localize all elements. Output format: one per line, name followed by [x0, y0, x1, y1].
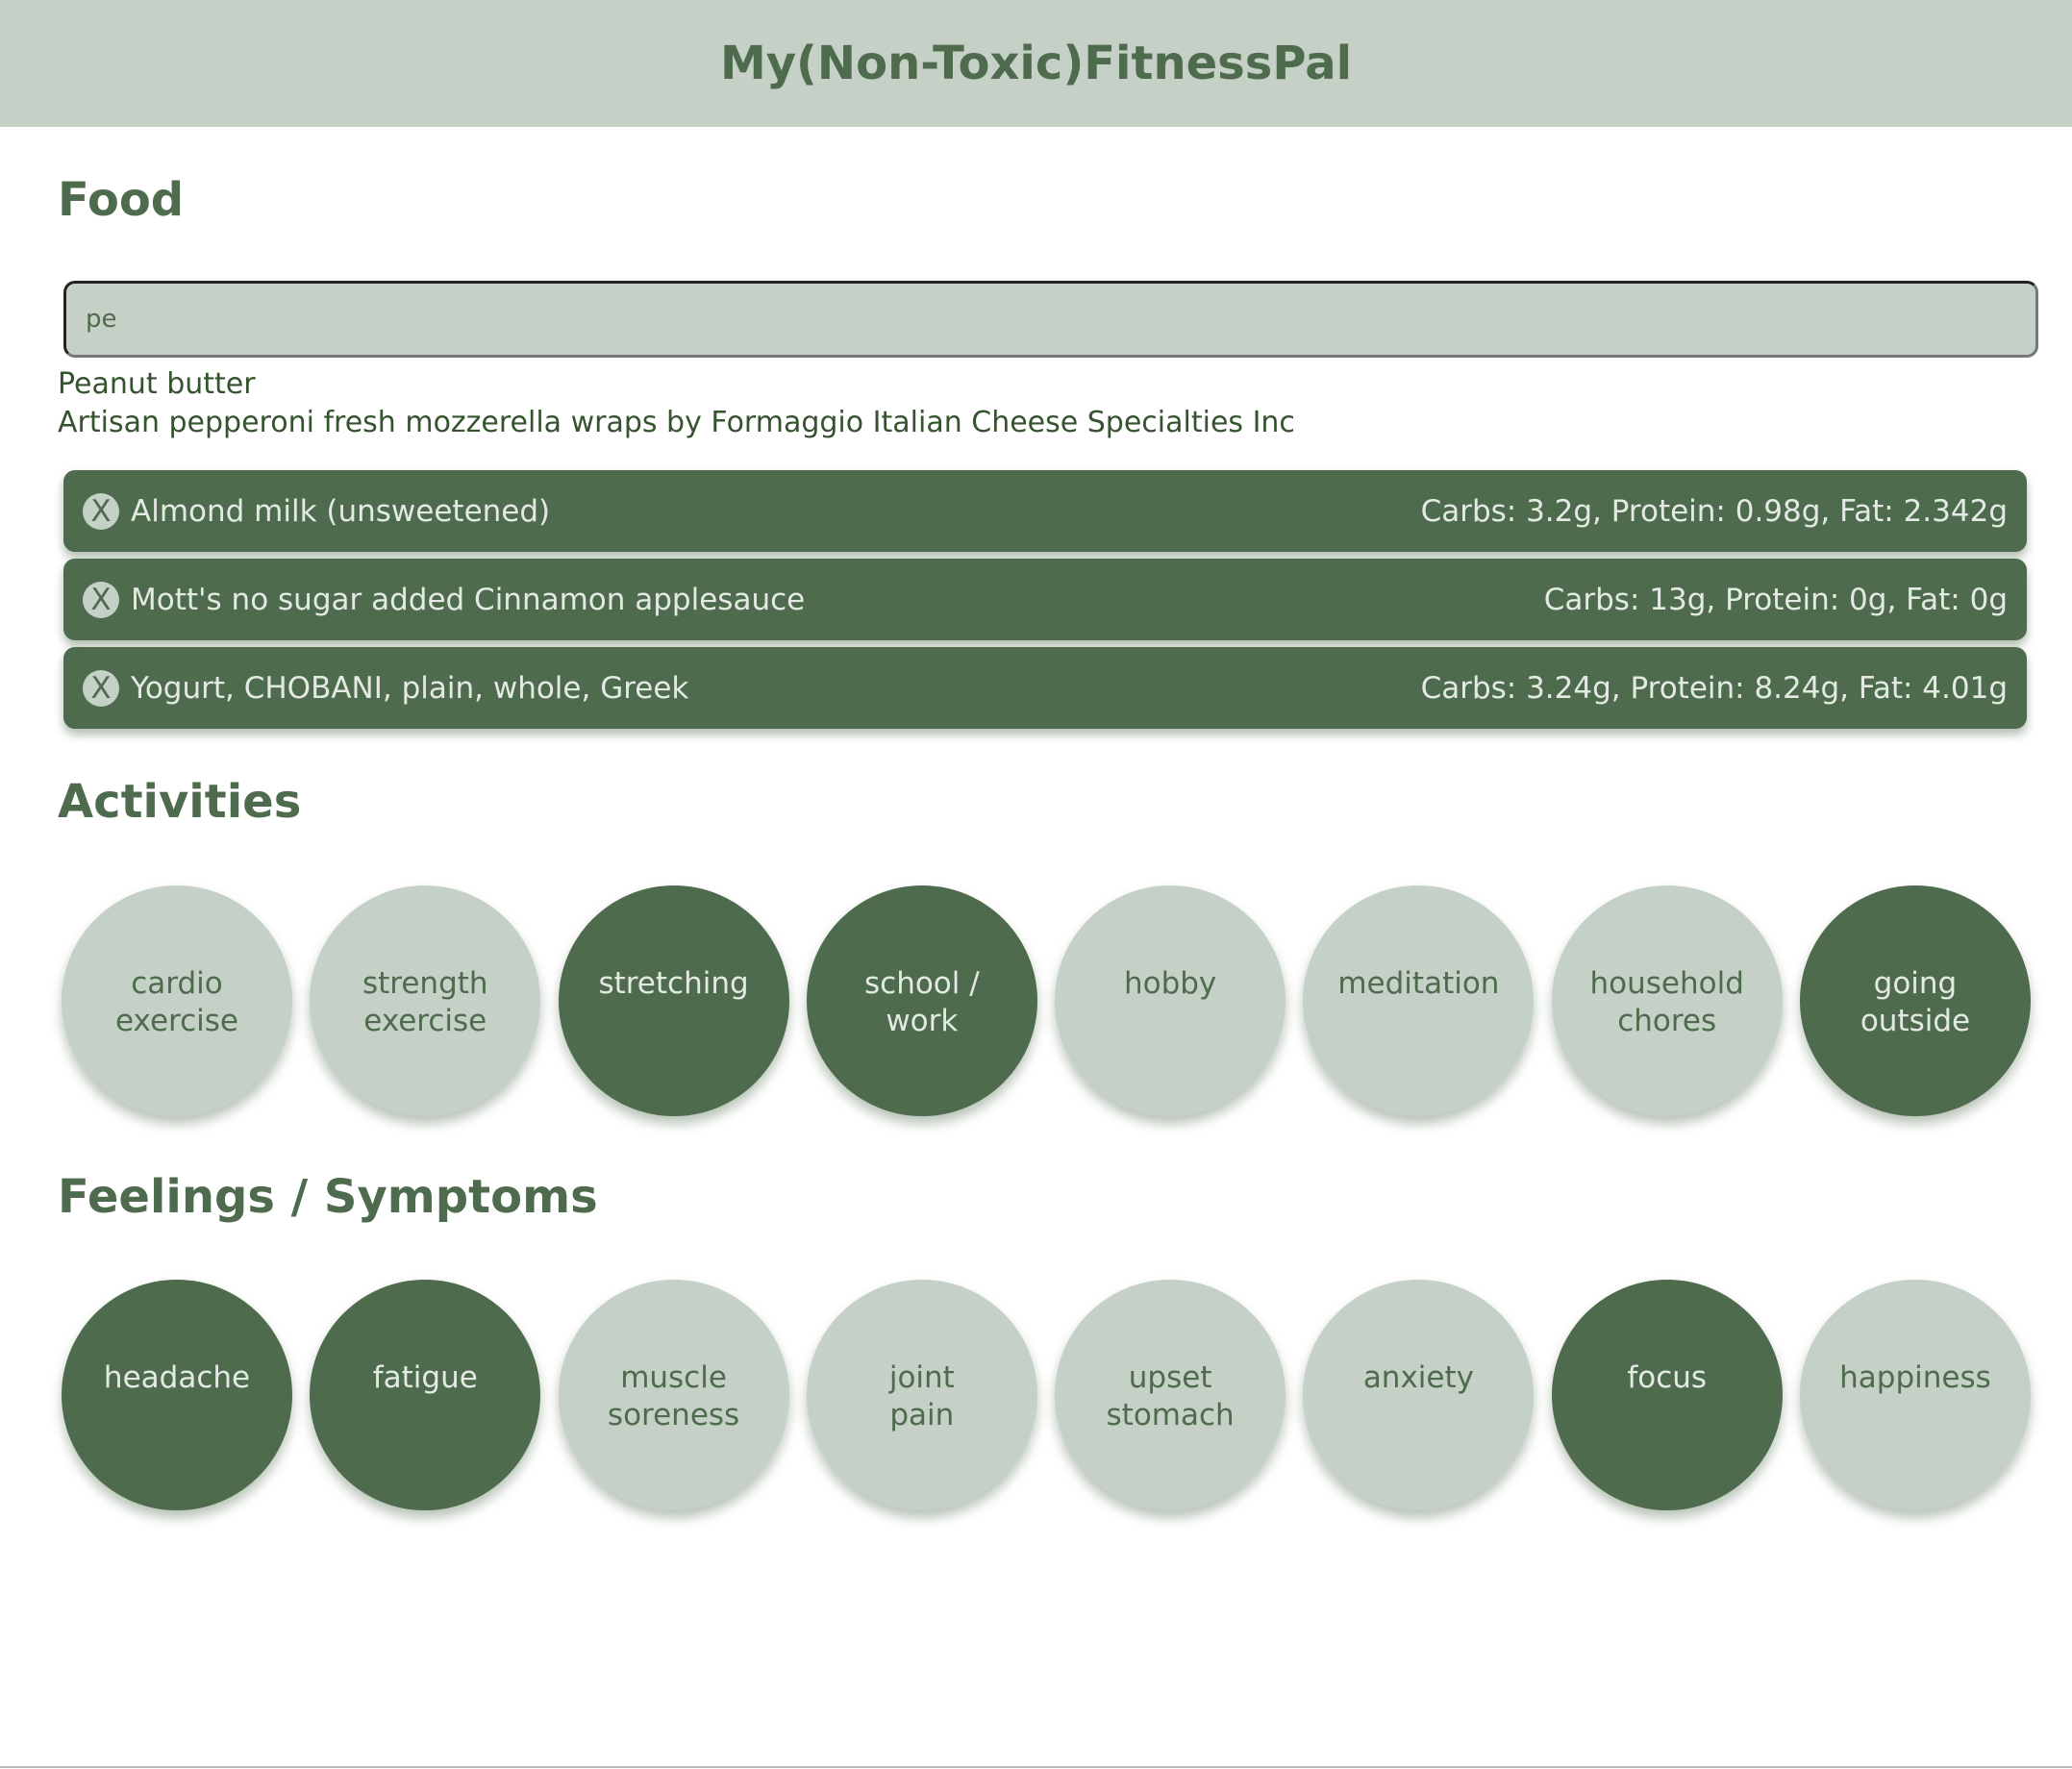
food-item-macros: Carbs: 3.24g, Protein: 8.24g, Fat: 4.01g: [1420, 670, 2008, 706]
food-item-name: Yogurt, CHOBANI, plain, whole, Greek: [131, 670, 689, 706]
food-suggestion-item[interactable]: Artisan pepperoni fresh mozzerella wraps…: [58, 404, 1295, 442]
feeling-label: joint pain: [888, 1360, 955, 1433]
app-title: My(Non-Toxic)FitnessPal: [719, 37, 1353, 90]
feeling-label: anxiety: [1362, 1360, 1474, 1395]
feeling-label: upset stomach: [1106, 1360, 1235, 1433]
activity-toggle[interactable]: stretching: [558, 885, 789, 1116]
activities-toggle-row: cardio exercise strength exercise stretc…: [62, 885, 2031, 1116]
feeling-label: fatigue: [372, 1360, 478, 1395]
food-item-name: Mott's no sugar added Cinnamon applesauc…: [131, 582, 806, 617]
activity-label: household chores: [1589, 966, 1744, 1038]
feelings-toggle-row: headache fatigue muscle soreness joint p…: [62, 1280, 2031, 1510]
feeling-toggle[interactable]: headache: [62, 1280, 292, 1510]
food-item-list: X Almond milk (unsweetened) Carbs: 3.2g,…: [63, 470, 2027, 735]
activity-label: school / work: [864, 966, 980, 1038]
activity-toggle[interactable]: school / work: [806, 885, 1037, 1116]
activity-toggle[interactable]: household chores: [1551, 885, 1783, 1116]
food-item: X Yogurt, CHOBANI, plain, whole, Greek C…: [63, 647, 2027, 729]
activity-label: going outside: [1860, 966, 1971, 1038]
bottom-divider: [0, 1766, 2072, 1768]
feeling-label: muscle soreness: [607, 1360, 740, 1433]
feeling-toggle[interactable]: muscle soreness: [558, 1280, 789, 1510]
food-section-title: Food: [58, 173, 185, 227]
feeling-toggle[interactable]: focus: [1551, 1280, 1783, 1510]
feelings-section-title: Feelings / Symptoms: [58, 1170, 598, 1224]
feeling-label: focus: [1627, 1360, 1708, 1395]
feeling-toggle[interactable]: fatigue: [310, 1280, 541, 1510]
feeling-label: headache: [103, 1360, 251, 1395]
feeling-toggle[interactable]: anxiety: [1303, 1280, 1535, 1510]
remove-food-button[interactable]: X: [83, 669, 119, 707]
food-item-macros: Carbs: 3.2g, Protein: 0.98g, Fat: 2.342g: [1420, 493, 2008, 529]
app-header: My(Non-Toxic)FitnessPal: [0, 0, 2072, 127]
activity-label: stretching: [598, 966, 749, 1001]
feeling-toggle[interactable]: happiness: [1799, 1280, 2031, 1510]
food-item: X Almond milk (unsweetened) Carbs: 3.2g,…: [63, 470, 2027, 552]
food-item: X Mott's no sugar added Cinnamon applesa…: [63, 559, 2027, 640]
activity-toggle[interactable]: cardio exercise: [62, 885, 292, 1116]
feeling-toggle[interactable]: joint pain: [806, 1280, 1037, 1510]
food-item-name: Almond milk (unsweetened): [131, 493, 551, 529]
remove-food-button[interactable]: X: [83, 581, 119, 618]
activity-label: hobby: [1123, 966, 1217, 1001]
feeling-toggle[interactable]: upset stomach: [1055, 1280, 1286, 1510]
activity-label: strength exercise: [362, 966, 488, 1038]
remove-food-button[interactable]: X: [83, 492, 119, 530]
food-search-input[interactable]: [63, 281, 2038, 358]
food-item-macros: Carbs: 13g, Protein: 0g, Fat: 0g: [1543, 582, 2008, 617]
food-suggestion-item[interactable]: Peanut butter: [58, 365, 1295, 404]
activities-section-title: Activities: [58, 775, 302, 829]
feeling-label: happiness: [1839, 1360, 1991, 1395]
activity-label: meditation: [1337, 966, 1500, 1001]
activity-label: cardio exercise: [115, 966, 238, 1038]
food-suggestion-list: Peanut butter Artisan pepperoni fresh mo…: [58, 365, 1295, 442]
activity-toggle[interactable]: going outside: [1799, 885, 2031, 1116]
activity-toggle[interactable]: meditation: [1303, 885, 1535, 1116]
activity-toggle[interactable]: strength exercise: [310, 885, 541, 1116]
activity-toggle[interactable]: hobby: [1055, 885, 1286, 1116]
